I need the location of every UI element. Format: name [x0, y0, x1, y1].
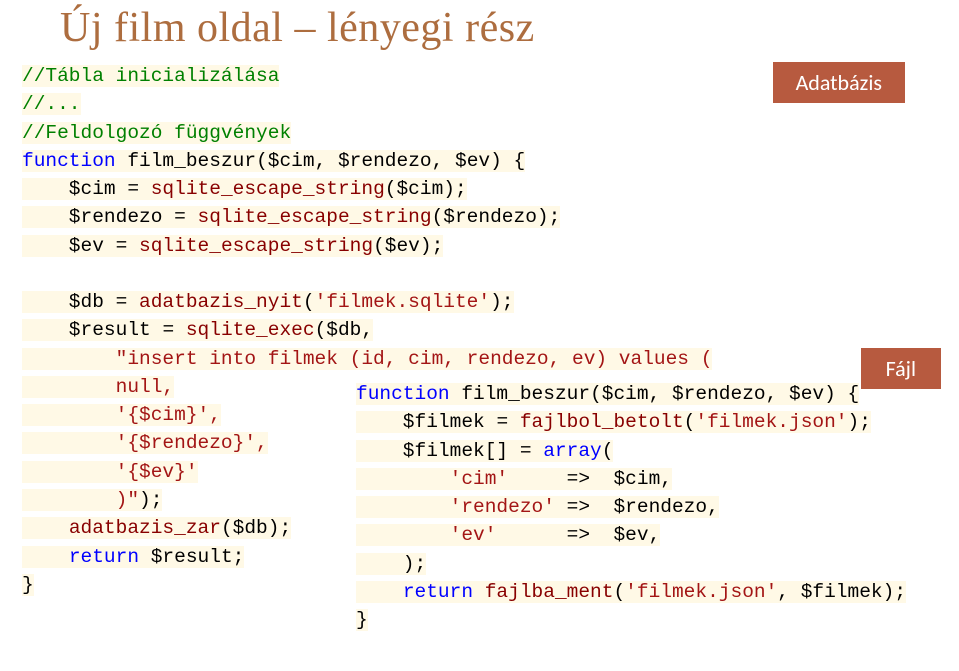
slide-title: Új film oldal – lényegi rész	[0, 0, 959, 60]
code-block-file: function film_beszur($cim, $rendezo, $ev…	[356, 380, 906, 634]
label-database: Adatbázis	[773, 62, 905, 103]
